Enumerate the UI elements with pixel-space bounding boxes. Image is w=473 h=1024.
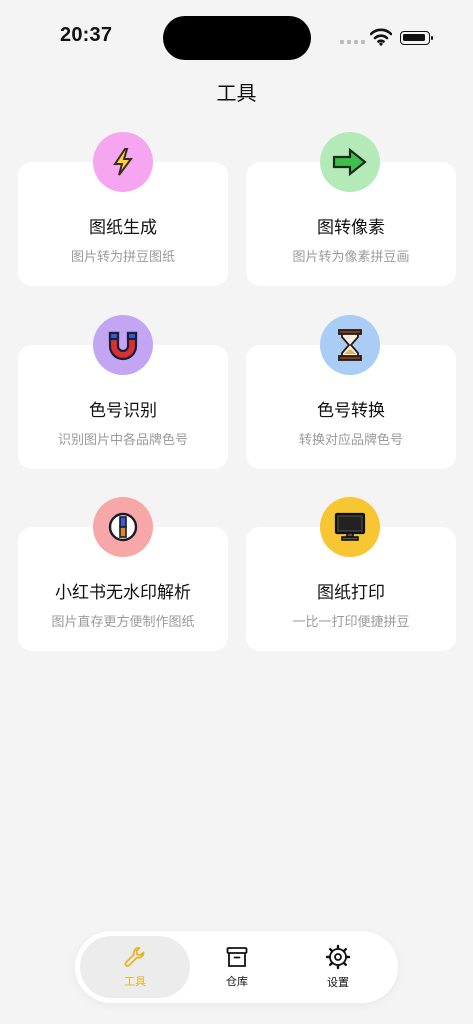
tab-label: 工具 <box>124 975 146 988</box>
tab-tools[interactable]: 工具 <box>80 936 190 998</box>
tool-icon-badge[interactable] <box>320 315 380 375</box>
status-time: 20:37 <box>60 24 113 46</box>
hourglass-icon <box>338 329 362 361</box>
tool-icon-badge[interactable] <box>320 132 380 192</box>
tool-card-title: 小红书无水印解析 <box>55 583 191 603</box>
tool-card-title: 色号转换 <box>317 401 385 421</box>
dynamic-island <box>163 16 311 60</box>
archive-icon <box>226 947 248 967</box>
status-bar: 20:37 <box>0 0 473 70</box>
cellular-signal-icon <box>340 40 365 44</box>
bottom-tab-bar: 工具 仓库 设置 <box>75 931 398 1003</box>
tool-card-title: 图转像素 <box>317 218 385 238</box>
tool-card-subtitle: 图片转为拼豆图纸 <box>70 250 175 265</box>
tool-card-subtitle: 转换对应品牌色号 <box>298 433 403 448</box>
tool-card-title: 图纸打印 <box>317 583 385 603</box>
tool-icon-badge[interactable] <box>320 497 380 557</box>
monitor-icon <box>334 512 366 541</box>
arrow-right-icon <box>332 147 367 177</box>
magnet-icon <box>108 331 138 361</box>
page-title: 工具 <box>216 81 257 105</box>
tool-card-subtitle: 图片直存更方便制作图纸 <box>51 615 195 630</box>
tool-icon-badge[interactable] <box>93 315 153 375</box>
wrench-icon <box>124 947 145 967</box>
lightning-icon <box>113 148 133 176</box>
tool-card-subtitle: 一比一打印便捷拼豆 <box>292 615 410 630</box>
tool-card-subtitle: 图片转为像素拼豆画 <box>292 250 410 265</box>
tool-card-title: 图纸生成 <box>89 218 157 238</box>
tab-label: 设置 <box>327 976 349 989</box>
tool-icon-badge[interactable] <box>93 497 153 557</box>
compass-icon <box>108 512 138 542</box>
battery-icon <box>400 31 433 45</box>
tool-card-subtitle: 识别图片中各品牌色号 <box>57 433 188 448</box>
tab-label: 仓库 <box>226 975 248 988</box>
gear-icon <box>325 944 351 970</box>
tool-icon-badge[interactable] <box>93 132 153 192</box>
tab-settings[interactable]: 设置 <box>283 936 393 998</box>
wifi-icon <box>370 28 392 46</box>
tab-warehouse[interactable]: 仓库 <box>182 936 292 998</box>
tool-card-title: 色号识别 <box>89 401 157 421</box>
